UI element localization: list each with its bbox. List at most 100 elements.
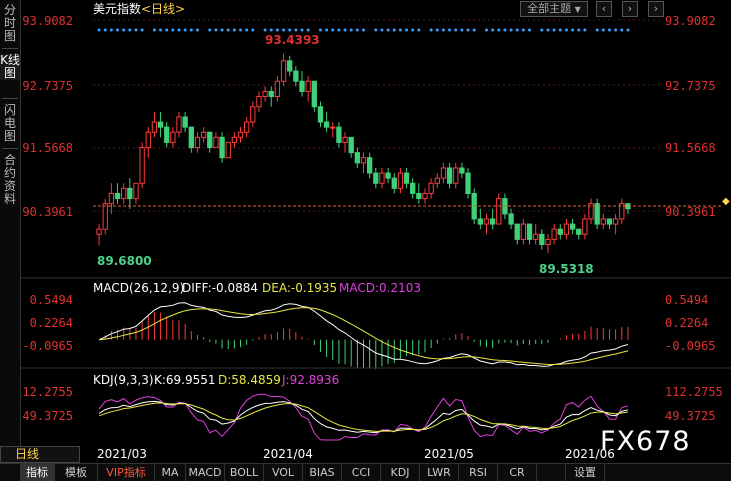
signal-dot bbox=[398, 28, 402, 32]
more-button[interactable]: › bbox=[648, 1, 664, 17]
signal-dot bbox=[263, 28, 267, 32]
left-arrow-button[interactable]: ‹ bbox=[596, 1, 612, 17]
tab-boll[interactable]: BOLL bbox=[225, 464, 264, 481]
tab-blank[interactable] bbox=[537, 464, 566, 481]
tab-macd[interactable]: MACD bbox=[186, 464, 225, 481]
candle-body bbox=[96, 228, 102, 235]
signal-dot bbox=[355, 28, 359, 32]
kdj-title: KDJ(9,3,3) bbox=[93, 373, 154, 387]
price-axis-left-4: 90.3961 bbox=[22, 205, 73, 219]
signal-dot bbox=[577, 28, 581, 32]
candle-body bbox=[366, 157, 373, 174]
candle-body bbox=[545, 238, 551, 245]
theme-select[interactable]: 全部主题 ▼ bbox=[520, 1, 588, 17]
candle-body bbox=[256, 96, 262, 108]
signal-dot bbox=[528, 28, 532, 32]
candle-body bbox=[127, 187, 133, 200]
macd-histogram bbox=[104, 312, 629, 370]
candle-body bbox=[188, 126, 194, 149]
candle-body bbox=[557, 228, 563, 235]
tab-vol[interactable]: VOL bbox=[264, 464, 303, 481]
signal-dot bbox=[521, 28, 525, 32]
candle-body bbox=[489, 218, 496, 225]
macd-axis-left-1: 0.5494 bbox=[30, 293, 73, 307]
candle-body bbox=[225, 141, 231, 159]
period-tag: <日线> bbox=[141, 2, 185, 16]
signal-dot bbox=[251, 28, 255, 32]
candle-body bbox=[582, 218, 588, 235]
candlestick-series bbox=[96, 53, 631, 254]
signal-dot bbox=[294, 28, 298, 32]
signal-dot bbox=[306, 28, 310, 32]
kline-chart[interactable]: 93.9082 92.7375 91.5668 90.3961 93.9082 … bbox=[21, 0, 731, 446]
signal-dot bbox=[571, 28, 575, 32]
macd-title: MACD(26,12,9) bbox=[93, 281, 184, 295]
signal-dot bbox=[288, 28, 292, 32]
kdj-axis-left-1: 112.2755 bbox=[21, 385, 73, 399]
tab-kline[interactable]: K线图 bbox=[0, 54, 20, 80]
signal-dot bbox=[226, 28, 230, 32]
tab-rsi[interactable]: RSI bbox=[459, 464, 498, 481]
period-selector[interactable]: 日线 bbox=[0, 446, 80, 463]
tab-settings[interactable]: 设置 bbox=[566, 464, 605, 481]
candle-body bbox=[440, 167, 447, 179]
signal-dot bbox=[122, 28, 126, 32]
signal-dot bbox=[441, 28, 445, 32]
x-axis-label: 2021/03 bbox=[97, 447, 147, 461]
tab-cci[interactable]: CCI bbox=[342, 464, 381, 481]
tab-template[interactable]: 模板 bbox=[55, 464, 98, 481]
signal-dot bbox=[349, 28, 353, 32]
candle-body bbox=[157, 121, 164, 128]
candle-body bbox=[576, 228, 582, 235]
signal-dot bbox=[405, 28, 409, 32]
tab-contract-info[interactable]: 合约资料 bbox=[0, 154, 20, 206]
signal-dot bbox=[171, 28, 175, 32]
macd-axis-right-2: 0.2264 bbox=[665, 316, 708, 330]
candle-body bbox=[483, 218, 490, 225]
tab-bias[interactable]: BIAS bbox=[303, 464, 342, 481]
candle-body bbox=[533, 233, 539, 240]
candle-body bbox=[551, 228, 557, 240]
theme-select-label: 全部主题 bbox=[527, 2, 572, 15]
signal-dot bbox=[374, 28, 378, 32]
candle-body bbox=[342, 136, 348, 143]
signal-dot bbox=[318, 28, 322, 32]
candle-body bbox=[379, 172, 385, 184]
candle-body bbox=[422, 192, 428, 200]
candle-body bbox=[219, 136, 225, 159]
signal-dot bbox=[134, 28, 138, 32]
macd-dea: DEA:-0.1935 bbox=[262, 281, 337, 295]
candle-body bbox=[569, 223, 576, 230]
candle-body bbox=[299, 80, 305, 92]
candle-body bbox=[508, 213, 514, 225]
signal-dot bbox=[239, 28, 243, 32]
tab-flash[interactable]: 闪电图 bbox=[0, 104, 20, 143]
candle-body bbox=[200, 131, 207, 138]
signal-dot bbox=[558, 28, 562, 32]
signal-dots bbox=[97, 28, 630, 32]
low-annotation-1: 89.6800 bbox=[97, 254, 152, 268]
candle-body bbox=[606, 218, 613, 225]
tab-ma[interactable]: MA bbox=[155, 464, 186, 481]
signal-dot bbox=[97, 28, 101, 32]
tab-timeshare[interactable]: 分时图 bbox=[0, 4, 20, 43]
tab-cr[interactable]: CR bbox=[498, 464, 537, 481]
signal-dot bbox=[583, 28, 587, 32]
macd-axis-left-2: 0.2264 bbox=[30, 316, 73, 330]
signal-dot bbox=[214, 28, 218, 32]
chevron-right-icon: › bbox=[653, 2, 659, 15]
signal-dot bbox=[435, 28, 439, 32]
tab-vip-indicator[interactable]: VIP指标 bbox=[98, 464, 155, 481]
candle-body bbox=[600, 218, 606, 225]
right-arrow-button[interactable]: › bbox=[622, 1, 638, 17]
tab-lwr[interactable]: LWR bbox=[420, 464, 459, 481]
tab-kdj[interactable]: KDJ bbox=[381, 464, 420, 481]
candle-body bbox=[244, 121, 250, 133]
candle-body bbox=[121, 187, 127, 200]
candle-body bbox=[237, 131, 244, 138]
price-axis-right-4: 90.3961 bbox=[665, 205, 716, 219]
signal-dot bbox=[269, 28, 273, 32]
candle-body bbox=[287, 60, 293, 72]
tab-indicator[interactable]: 指标 bbox=[20, 464, 55, 481]
candle-body bbox=[207, 131, 213, 149]
